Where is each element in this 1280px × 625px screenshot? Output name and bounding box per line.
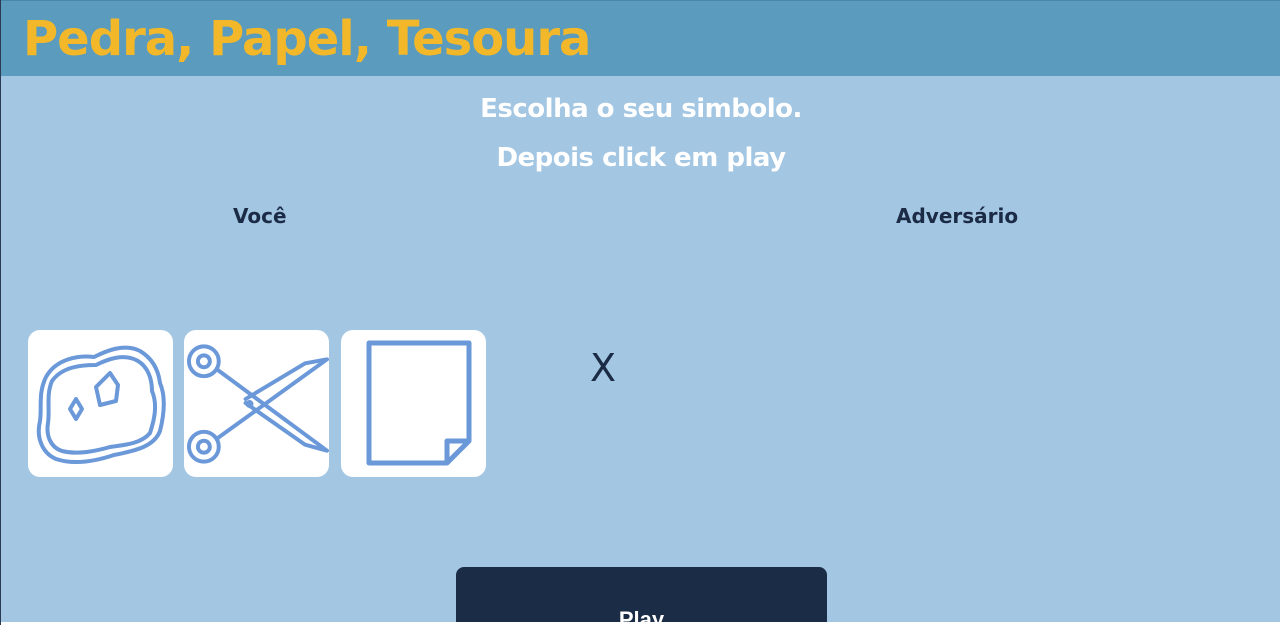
rock-icon	[36, 345, 166, 464]
instruction-line-1: Escolha o seu simbolo.	[480, 94, 802, 124]
header-bar: Pedra, Papel, Tesoura	[1, 0, 1280, 76]
paper-icon	[366, 340, 471, 465]
rock-choice-button[interactable]	[28, 330, 173, 477]
opponent-label: Adversário	[896, 204, 1019, 228]
versus-mark: X	[590, 346, 617, 390]
instruction-line-2: Depois click em play	[496, 143, 786, 173]
paper-choice-button[interactable]	[341, 330, 486, 477]
game-page: Pedra, Papel, Tesoura Escolha o seu simb…	[0, 0, 1280, 625]
player-label: Você	[233, 204, 287, 228]
scissors-icon	[186, 343, 329, 464]
scissors-choice-button[interactable]	[184, 330, 329, 477]
app-title: Pedra, Papel, Tesoura	[23, 11, 591, 67]
play-button[interactable]: Play	[456, 567, 827, 625]
